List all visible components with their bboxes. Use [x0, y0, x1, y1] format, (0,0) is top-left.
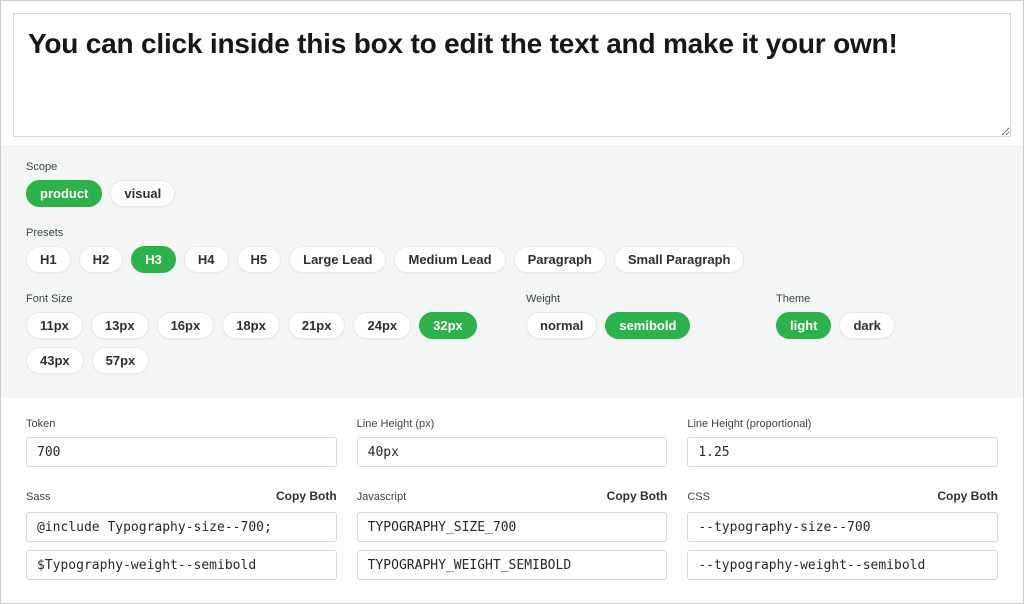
javascript-size-input[interactable] — [357, 512, 668, 542]
css-label: CSS — [687, 491, 710, 503]
css-inputs — [687, 512, 998, 580]
pill-24px[interactable]: 24px — [353, 312, 411, 339]
theme-label: Theme — [776, 293, 998, 305]
pill-dark[interactable]: dark — [839, 312, 894, 339]
css-size-input[interactable] — [687, 512, 998, 542]
pill-normal[interactable]: normal — [526, 312, 597, 339]
token-fields-row: Token Line Height (px) Line Height (prop… — [26, 418, 998, 467]
theme-group: Theme light dark — [776, 293, 998, 374]
code-sections-row: Sass Copy Both Javascript Copy Both — [26, 489, 998, 580]
sass-header: Sass Copy Both — [26, 489, 337, 503]
pill-paragraph[interactable]: Paragraph — [514, 246, 606, 273]
pill-h4[interactable]: H4 — [184, 246, 229, 273]
pill-57px[interactable]: 57px — [92, 347, 150, 374]
css-section: CSS Copy Both — [687, 489, 998, 580]
theme-pills: light dark — [776, 312, 998, 339]
line-height-proportional-field: Line Height (proportional) — [687, 418, 998, 467]
weight-group: Weight normal semibold — [526, 293, 776, 374]
presets-group: Presets H1 H2 H3 H4 H5 Large Lead Medium Lead P… — [26, 227, 998, 273]
scope-label: Scope — [26, 161, 998, 173]
pill-medium-lead[interactable]: Medium Lead — [394, 246, 505, 273]
token-input[interactable] — [26, 437, 337, 467]
sass-weight-input[interactable] — [26, 550, 337, 580]
sass-copy-both-button[interactable]: Copy Both — [276, 489, 337, 503]
sass-size-input[interactable] — [26, 512, 337, 542]
sass-inputs — [26, 512, 337, 580]
javascript-copy-both-button[interactable]: Copy Both — [607, 489, 668, 503]
pill-h5[interactable]: H5 — [237, 246, 282, 273]
javascript-label: Javascript — [357, 491, 407, 503]
sass-label: Sass — [26, 491, 50, 503]
presets-pills: H1 H2 H3 H4 H5 Large Lead Medium Lead Paragraph… — [26, 246, 998, 273]
css-weight-input[interactable] — [687, 550, 998, 580]
controls-panel: Scope product visual Presets H1 H2 H3 H4 H5 La… — [1, 145, 1023, 398]
line-height-px-field: Line Height (px) — [357, 418, 668, 467]
pill-semibold[interactable]: semibold — [605, 312, 690, 339]
pill-43px[interactable]: 43px — [26, 347, 84, 374]
weight-label: Weight — [526, 293, 776, 305]
outputs-panel: Token Line Height (px) Line Height (prop… — [1, 398, 1023, 598]
scope-pills: product visual — [26, 180, 998, 207]
javascript-inputs — [357, 512, 668, 580]
pill-21px[interactable]: 21px — [288, 312, 346, 339]
javascript-section: Javascript Copy Both — [357, 489, 668, 580]
sample-text-section: You can click inside this box to edit th… — [1, 1, 1023, 141]
token-field: Token — [26, 418, 337, 467]
pill-h2[interactable]: H2 — [79, 246, 124, 273]
font-size-label: Font Size — [26, 293, 526, 305]
pill-13px[interactable]: 13px — [91, 312, 149, 339]
css-copy-both-button[interactable]: Copy Both — [937, 489, 998, 503]
line-height-px-input[interactable] — [357, 437, 668, 467]
pill-product[interactable]: product — [26, 180, 102, 207]
pill-visual[interactable]: visual — [110, 180, 175, 207]
pill-small-paragraph[interactable]: Small Paragraph — [614, 246, 745, 273]
typography-playground: You can click inside this box to edit th… — [0, 0, 1024, 604]
pill-32px[interactable]: 32px — [419, 312, 477, 339]
line-height-px-label: Line Height (px) — [357, 418, 668, 430]
presets-label: Presets — [26, 227, 998, 239]
font-controls-row: Font Size 11px 13px 16px 18px 21px 24px 32px 43… — [26, 293, 998, 374]
pill-h3[interactable]: H3 — [131, 246, 176, 273]
scope-group: Scope product visual — [26, 161, 998, 207]
pill-11px[interactable]: 11px — [26, 312, 83, 339]
line-height-proportional-label: Line Height (proportional) — [687, 418, 998, 430]
javascript-header: Javascript Copy Both — [357, 489, 668, 503]
font-size-pills: 11px 13px 16px 18px 21px 24px 32px 43px 57px — [26, 312, 526, 374]
css-header: CSS Copy Both — [687, 489, 998, 503]
pill-h1[interactable]: H1 — [26, 246, 71, 273]
pill-18px[interactable]: 18px — [222, 312, 280, 339]
token-label: Token — [26, 418, 337, 430]
pill-large-lead[interactable]: Large Lead — [289, 246, 386, 273]
sass-section: Sass Copy Both — [26, 489, 337, 580]
javascript-weight-input[interactable] — [357, 550, 668, 580]
sample-text-editor[interactable]: You can click inside this box to edit th… — [13, 13, 1011, 137]
font-size-group: Font Size 11px 13px 16px 18px 21px 24px 32px 43… — [26, 293, 526, 374]
pill-light[interactable]: light — [776, 312, 831, 339]
pill-16px[interactable]: 16px — [157, 312, 215, 339]
line-height-proportional-input[interactable] — [687, 437, 998, 467]
weight-pills: normal semibold — [526, 312, 776, 339]
